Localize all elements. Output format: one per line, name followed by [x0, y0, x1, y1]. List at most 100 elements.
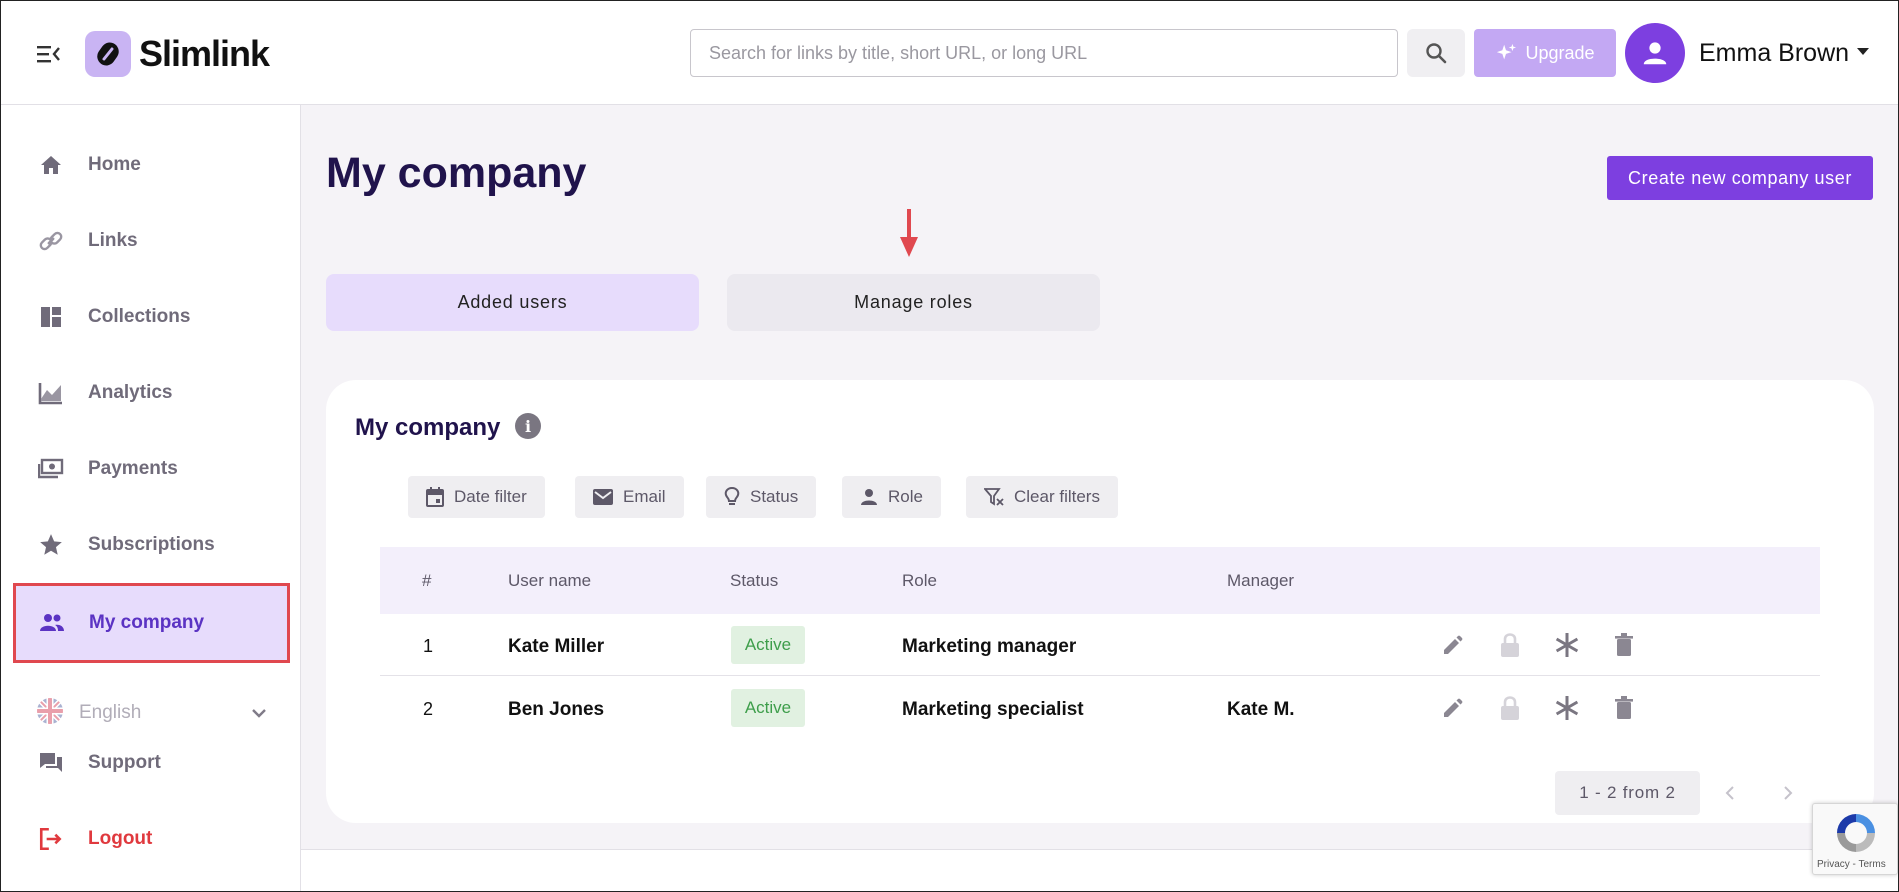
sidebar-item-label: Payments: [88, 458, 178, 479]
sparkle-icon: [1497, 43, 1517, 60]
person-icon: [861, 489, 877, 505]
card-title: My company: [355, 414, 501, 441]
email-icon: [593, 489, 613, 505]
status-badge: Active: [731, 626, 805, 664]
lock-icon[interactable]: [1495, 693, 1525, 723]
user-name-cell: Ben Jones: [508, 699, 605, 720]
role-cell: Marketing specialist: [902, 699, 1084, 720]
status-filter-button[interactable]: Status: [706, 476, 817, 518]
user-name[interactable]: Emma Brown: [1699, 39, 1849, 68]
column-header-manager[interactable]: Manager: [1227, 571, 1294, 591]
email-filter-button[interactable]: Email: [575, 476, 684, 518]
recaptcha-text: Privacy - Terms: [1817, 859, 1886, 870]
uk-flag-icon: [37, 697, 63, 729]
row-number: 2: [423, 699, 434, 719]
filter-label: Role: [888, 487, 923, 506]
star-icon: [37, 531, 65, 559]
search-button[interactable]: [1407, 29, 1465, 77]
calendar-icon: [426, 487, 444, 507]
column-header-role[interactable]: Role: [902, 571, 937, 591]
sidebar-item-subscriptions[interactable]: Subscriptions: [15, 509, 287, 581]
payments-icon: [37, 455, 65, 483]
sidebar-item-collections[interactable]: Collections: [15, 281, 287, 353]
sidebar-item-logout[interactable]: Logout: [15, 809, 287, 869]
column-header-status[interactable]: Status: [730, 571, 778, 591]
recaptcha-badge[interactable]: Privacy - Terms: [1812, 803, 1898, 875]
search-input[interactable]: [690, 29, 1398, 77]
analytics-icon: [37, 379, 65, 407]
edit-icon[interactable]: [1438, 693, 1468, 723]
table-header: # User name Status Role Manager: [380, 547, 1820, 614]
table-row: 2 Ben Jones Active Marketing specialist …: [380, 677, 1820, 739]
caret-down-icon[interactable]: [1857, 48, 1869, 55]
role-cell: Marketing manager: [902, 636, 1077, 657]
people-icon: [38, 609, 66, 637]
tab-added-users[interactable]: Added users: [326, 274, 699, 331]
collapse-menu-icon[interactable]: [37, 43, 61, 65]
sidebar-item-support[interactable]: Support: [15, 733, 287, 793]
info-icon[interactable]: i: [515, 413, 541, 439]
logout-icon: [37, 825, 65, 853]
filter-label: Status: [750, 487, 799, 506]
asterisk-icon[interactable]: [1552, 693, 1582, 723]
sidebar-item-label: Links: [88, 230, 138, 251]
sidebar-item-payments[interactable]: Payments: [15, 433, 287, 505]
user-name-cell: Kate Miller: [508, 636, 605, 657]
lightbulb-icon: [724, 487, 740, 505]
sidebar-item-my-company[interactable]: My company: [13, 583, 290, 663]
trash-icon[interactable]: [1609, 693, 1639, 723]
sidebar-item-label: Support: [88, 752, 161, 773]
home-icon: [37, 151, 65, 179]
footer-strip: [301, 849, 1898, 891]
page-title: My company: [326, 149, 587, 197]
asterisk-icon[interactable]: [1552, 630, 1582, 660]
sidebar-item-label: Collections: [88, 306, 191, 327]
tab-manage-roles[interactable]: Manage roles: [727, 274, 1100, 331]
filter-label: Date filter: [454, 487, 527, 506]
date-filter-button[interactable]: Date filter: [408, 476, 545, 518]
trash-icon[interactable]: [1609, 630, 1639, 660]
column-header-user-name[interactable]: User name: [508, 571, 591, 591]
filter-clear-icon: [984, 488, 1004, 506]
role-filter-button[interactable]: Role: [842, 476, 941, 518]
user-icon: [1643, 42, 1667, 65]
support-chat-icon: [37, 749, 65, 777]
sidebar: Home Links Collections Analytics Payment…: [1, 105, 301, 891]
app-window: Slimlink Upgrade Emma Brown: [0, 0, 1899, 892]
upgrade-label: Upgrade: [1525, 42, 1595, 63]
row-number: 1: [423, 636, 434, 656]
sidebar-item-label: Analytics: [88, 382, 173, 403]
sidebar-item-label: Subscriptions: [88, 534, 215, 555]
link-icon: [37, 227, 65, 255]
upgrade-button[interactable]: Upgrade: [1474, 29, 1616, 77]
collections-icon: [37, 303, 65, 331]
table-row: 1 Kate Miller Active Marketing manager: [380, 614, 1820, 676]
avatar[interactable]: [1625, 23, 1685, 83]
company-users-card: My company i Date filter Email Status Ro…: [326, 380, 1874, 823]
language-selector[interactable]: English: [37, 691, 267, 735]
lock-icon[interactable]: [1495, 630, 1525, 660]
status-badge: Active: [731, 689, 805, 727]
top-header: Slimlink Upgrade Emma Brown: [1, 1, 1898, 105]
filter-label: Clear filters: [1014, 487, 1100, 506]
sidebar-item-links[interactable]: Links: [15, 205, 287, 277]
chevron-down-icon: [251, 705, 267, 723]
create-company-user-button[interactable]: Create new company user: [1607, 156, 1873, 200]
column-header-number: #: [422, 571, 432, 590]
filter-label: Email: [623, 487, 666, 506]
pagination-info: 1 - 2 from 2: [1555, 771, 1700, 815]
sidebar-item-label: Logout: [88, 828, 153, 849]
red-arrow-annotation: [899, 209, 919, 264]
chevron-right-icon[interactable]: [1776, 781, 1800, 805]
language-label: English: [79, 702, 142, 723]
sidebar-item-label: Home: [88, 154, 141, 175]
chevron-left-icon[interactable]: [1718, 781, 1742, 805]
app-logo-text[interactable]: Slimlink: [139, 33, 270, 75]
search-icon: [1426, 43, 1447, 64]
recaptcha-icon: [1837, 814, 1875, 852]
edit-icon[interactable]: [1438, 630, 1468, 660]
logo-icon[interactable]: [85, 31, 131, 77]
sidebar-item-home[interactable]: Home: [15, 129, 287, 201]
clear-filters-button[interactable]: Clear filters: [966, 476, 1118, 518]
sidebar-item-analytics[interactable]: Analytics: [15, 357, 287, 429]
